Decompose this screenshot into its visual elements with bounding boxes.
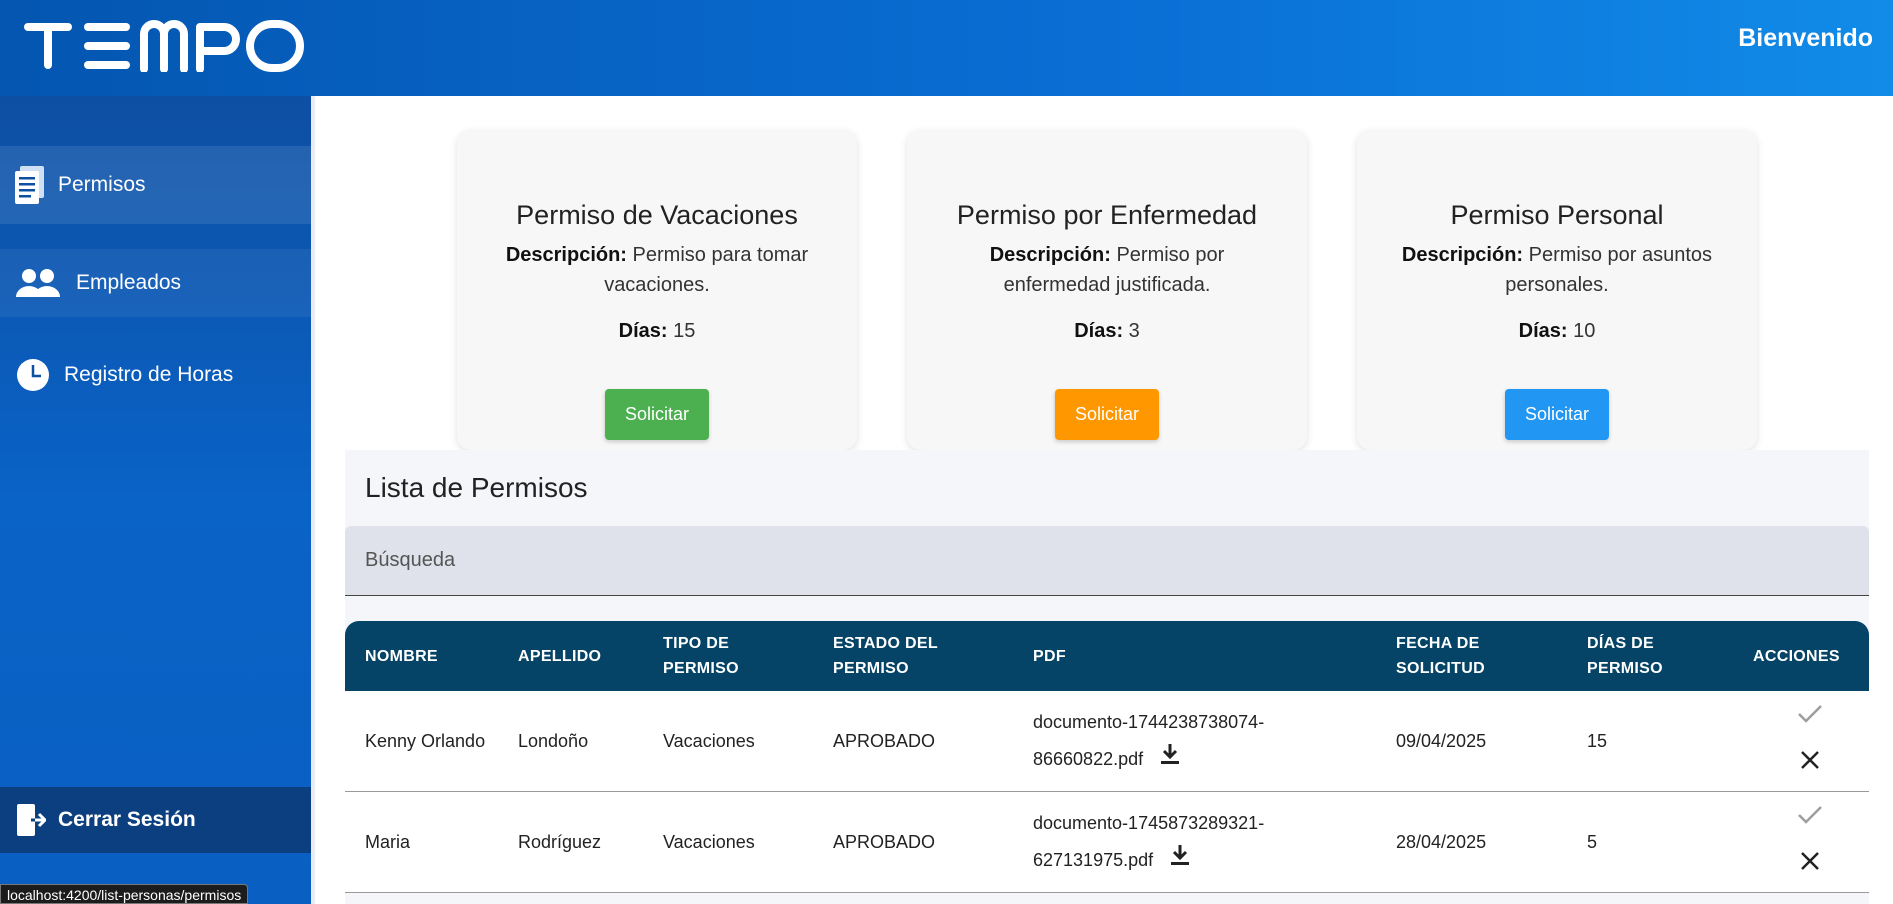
- pdf-filename-line2: 627131975.pdf: [1033, 849, 1154, 870]
- cell-fecha: 28/04/2025: [1396, 831, 1487, 852]
- card-days: Días: 10: [1357, 320, 1757, 343]
- pdf-filename-line1: documento-1744238738074-: [1033, 711, 1265, 732]
- column-header-apellido[interactable]: APELLIDO: [518, 621, 648, 691]
- card-days-label: Días:: [618, 320, 668, 342]
- card-days: Días: 15: [457, 320, 857, 343]
- cell-acciones: [1765, 792, 1855, 892]
- sidebar-item-permisos[interactable]: Permisos: [0, 146, 311, 224]
- solicitar-vacaciones-button[interactable]: Solicitar: [604, 389, 710, 440]
- permit-card-vacaciones: Permiso de Vacaciones Descripción: Permi…: [457, 130, 857, 450]
- column-header-acciones: ACCIONES: [1753, 647, 1840, 665]
- card-description-text: Permiso por asuntos personales.: [1505, 244, 1713, 296]
- cell-apellido: Rodríguez: [518, 831, 602, 852]
- table-header: NOMBRE APELLIDO TIPO DE PERMISO ESTADO D…: [345, 621, 1869, 691]
- reject-close-icon[interactable]: [1799, 850, 1821, 879]
- card-days-label: Días:: [1074, 320, 1124, 342]
- column-header-estado[interactable]: ESTADO DEL PERMISO: [833, 621, 963, 691]
- top-header: Bienvenido: [0, 0, 1893, 96]
- permit-card-personal: Permiso Personal Descripción: Permiso po…: [1357, 130, 1757, 450]
- cell-tipo: Vacaciones: [663, 730, 755, 751]
- card-days-label: Días:: [1518, 320, 1568, 342]
- clock-icon: [16, 358, 50, 392]
- sidebar-item-registro-horas[interactable]: Registro de Horas: [0, 342, 311, 408]
- solicitar-personal-button[interactable]: Solicitar: [1504, 389, 1610, 440]
- table-row: Maria Rodríguez Vacaciones APROBADO docu…: [345, 792, 1869, 893]
- cell-nombre: Kenny Orlando: [365, 730, 486, 751]
- download-icon[interactable]: [1160, 741, 1180, 778]
- card-days-value: 15: [673, 320, 696, 342]
- sidebar-item-label: Permisos: [58, 173, 146, 196]
- welcome-text: Bienvenido: [1738, 24, 1873, 52]
- card-description-label: Descripción:: [505, 244, 627, 266]
- cell-dias: 5: [1587, 831, 1598, 852]
- sidebar: Permisos Empleados Registro de Horas: [0, 96, 311, 904]
- cell-apellido: Londoño: [518, 730, 589, 751]
- tempo-logo: [24, 20, 304, 72]
- column-header-nombre[interactable]: NOMBRE: [365, 621, 495, 691]
- sidebar-item-label: Empleados: [76, 271, 182, 294]
- cell-nombre: Maria: [365, 831, 411, 852]
- search-field: [345, 526, 1869, 596]
- cell-estado: APROBADO: [833, 730, 936, 751]
- card-description-label: Descripción:: [1401, 244, 1524, 266]
- pdf-filename-line2: 86660822.pdf: [1033, 748, 1144, 769]
- card-days: Días: 3: [907, 320, 1307, 343]
- list-title: Lista de Permisos: [365, 472, 588, 503]
- document-icon: [14, 165, 46, 205]
- table-row: Kenny Orlando Londoño Vacaciones APROBAD…: [345, 691, 1869, 792]
- card-description: Descripción: Permiso por enfermedad just…: [947, 240, 1267, 300]
- cell-acciones: [1765, 691, 1855, 791]
- cell-tipo: Vacaciones: [663, 831, 755, 852]
- card-days-value: 3: [1128, 320, 1140, 342]
- card-description: Descripción: Permiso para tomar vacacion…: [497, 240, 817, 300]
- cell-estado: APROBADO: [833, 831, 936, 852]
- card-description-text: Permiso para tomar vacaciones.: [604, 244, 809, 296]
- logout-label: Cerrar Sesión: [58, 808, 196, 831]
- people-icon: [16, 268, 60, 298]
- main-content: Permiso de Vacaciones Descripción: Permi…: [315, 96, 1893, 904]
- column-header-pdf[interactable]: PDF: [1033, 621, 1133, 691]
- column-header-dias[interactable]: DÍAS DE PERMISO: [1587, 621, 1687, 691]
- sidebar-item-label: Registro de Horas: [64, 363, 234, 386]
- download-icon[interactable]: [1170, 842, 1190, 879]
- approve-check-icon[interactable]: [1797, 704, 1823, 731]
- card-title: Permiso de Vacaciones: [516, 200, 798, 230]
- reject-close-icon[interactable]: [1799, 749, 1821, 778]
- approve-check-icon[interactable]: [1797, 805, 1823, 832]
- search-input[interactable]: [345, 526, 1869, 595]
- cell-fecha: 09/04/2025: [1396, 730, 1487, 751]
- logout-button[interactable]: Cerrar Sesión: [0, 787, 311, 853]
- card-days-value: 10: [1573, 320, 1596, 342]
- cell-pdf: documento-1745873289321- 627131975.pdf: [1033, 792, 1373, 892]
- card-title: Permiso Personal: [1450, 200, 1664, 230]
- card-description: Descripción: Permiso por asuntos persona…: [1397, 240, 1717, 300]
- card-title: Permiso por Enfermedad: [956, 200, 1258, 230]
- cell-dias: 15: [1587, 730, 1608, 751]
- cell-pdf: documento-1744238738074- 86660822.pdf: [1033, 691, 1373, 791]
- permit-card-enfermedad: Permiso por Enfermedad Descripción: Perm…: [907, 130, 1307, 450]
- column-header-fecha[interactable]: FECHA DE SOLICITUD: [1396, 621, 1516, 691]
- permits-table: NOMBRE APELLIDO TIPO DE PERMISO ESTADO D…: [345, 621, 1869, 893]
- permits-list-panel: Lista de Permisos NOMBRE APELLIDO TIPO D…: [345, 450, 1869, 904]
- card-description-label: Descripción:: [989, 244, 1111, 266]
- pdf-filename-line1: documento-1745873289321-: [1033, 812, 1265, 833]
- solicitar-enfermedad-button[interactable]: Solicitar: [1054, 389, 1160, 440]
- column-header-tipo[interactable]: TIPO DE PERMISO: [663, 621, 773, 691]
- browser-status-url: localhost:4200/list-personas/permisos: [0, 884, 249, 904]
- sidebar-item-empleados[interactable]: Empleados: [0, 249, 311, 317]
- logout-icon: [16, 803, 46, 837]
